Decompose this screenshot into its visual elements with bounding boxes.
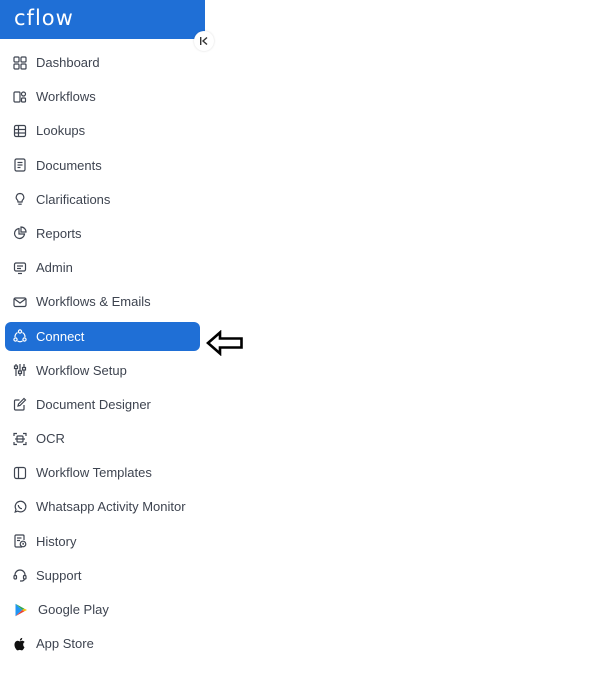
reports-icon [12, 226, 27, 241]
sidebar-nav: Dashboard Workflows Lookups Documents Cl… [5, 48, 200, 663]
sidebar-item-label: OCR [36, 431, 65, 447]
sidebar-item-whatsapp-activity-monitor[interactable]: Whatsapp Activity Monitor [5, 492, 200, 521]
sidebar-item-dashboard[interactable]: Dashboard [5, 48, 200, 77]
clarifications-icon [12, 192, 27, 207]
logo[interactable]: cflow [14, 6, 74, 30]
templates-icon [12, 465, 27, 480]
sidebar-header: cflow [0, 0, 205, 39]
sidebar-item-label: History [36, 533, 77, 549]
sidebar-item-label: Lookups [36, 123, 86, 139]
sidebar-item-workflow-templates[interactable]: Workflow Templates [5, 458, 200, 487]
edit-document-icon [12, 397, 27, 412]
ocr-icon [12, 431, 27, 446]
connect-icon [12, 329, 27, 344]
sidebar-item-workflows[interactable]: Workflows [5, 82, 200, 111]
sliders-icon [12, 363, 27, 378]
google-play-icon [13, 602, 28, 617]
documents-icon [12, 158, 27, 173]
dashboard-icon [12, 55, 27, 70]
sidebar-item-label: Clarifications [36, 191, 111, 207]
sidebar-item-lookups[interactable]: Lookups [5, 116, 200, 145]
mail-icon [12, 294, 27, 309]
support-icon [12, 568, 27, 583]
left-arrow-icon [206, 330, 243, 356]
sidebar-item-support[interactable]: Support [5, 561, 200, 590]
sidebar-item-ocr[interactable]: OCR [5, 424, 200, 453]
sidebar-item-connect[interactable]: Connect [5, 321, 200, 351]
sidebar-item-label: App Store [36, 636, 94, 652]
sidebar-item-label: Connect [36, 328, 85, 344]
sidebar-item-workflows-emails[interactable]: Workflows & Emails [5, 287, 200, 316]
sidebar-item-admin[interactable]: Admin [5, 253, 200, 282]
admin-icon [12, 260, 27, 275]
sidebar-item-history[interactable]: History [5, 527, 200, 556]
sidebar-item-document-designer[interactable]: Document Designer [5, 390, 200, 419]
sidebar-item-documents[interactable]: Documents [5, 151, 200, 180]
history-icon [12, 534, 27, 549]
collapse-icon [200, 36, 208, 46]
whatsapp-icon [12, 499, 27, 514]
sidebar-item-label: Workflow Templates [36, 465, 152, 481]
sidebar-item-label: Google Play [38, 602, 109, 617]
sidebar-item-app-store[interactable]: App Store [5, 629, 200, 658]
sidebar-item-google-play[interactable]: Google Play [5, 595, 200, 624]
workflows-icon [12, 89, 27, 104]
apple-icon [12, 636, 27, 651]
sidebar-item-clarifications[interactable]: Clarifications [5, 185, 200, 214]
sidebar-item-label: Dashboard [36, 55, 100, 70]
sidebar-item-workflow-setup[interactable]: Workflow Setup [5, 356, 200, 385]
sidebar-item-label: Support [36, 567, 82, 583]
sidebar-item-label: Reports [36, 225, 82, 241]
sidebar-item-label: Workflow Setup [36, 362, 127, 378]
sidebar-item-label: Documents [36, 157, 102, 173]
lookups-icon [12, 123, 27, 138]
sidebar-item-label: Workflows & Emails [36, 294, 151, 310]
sidebar-item-label: Workflows [36, 89, 96, 105]
sidebar-item-label: Whatsapp Activity Monitor [36, 499, 186, 515]
sidebar-item-label: Admin [36, 260, 73, 276]
sidebar-item-reports[interactable]: Reports [5, 219, 200, 248]
sidebar-item-label: Document Designer [36, 396, 151, 412]
